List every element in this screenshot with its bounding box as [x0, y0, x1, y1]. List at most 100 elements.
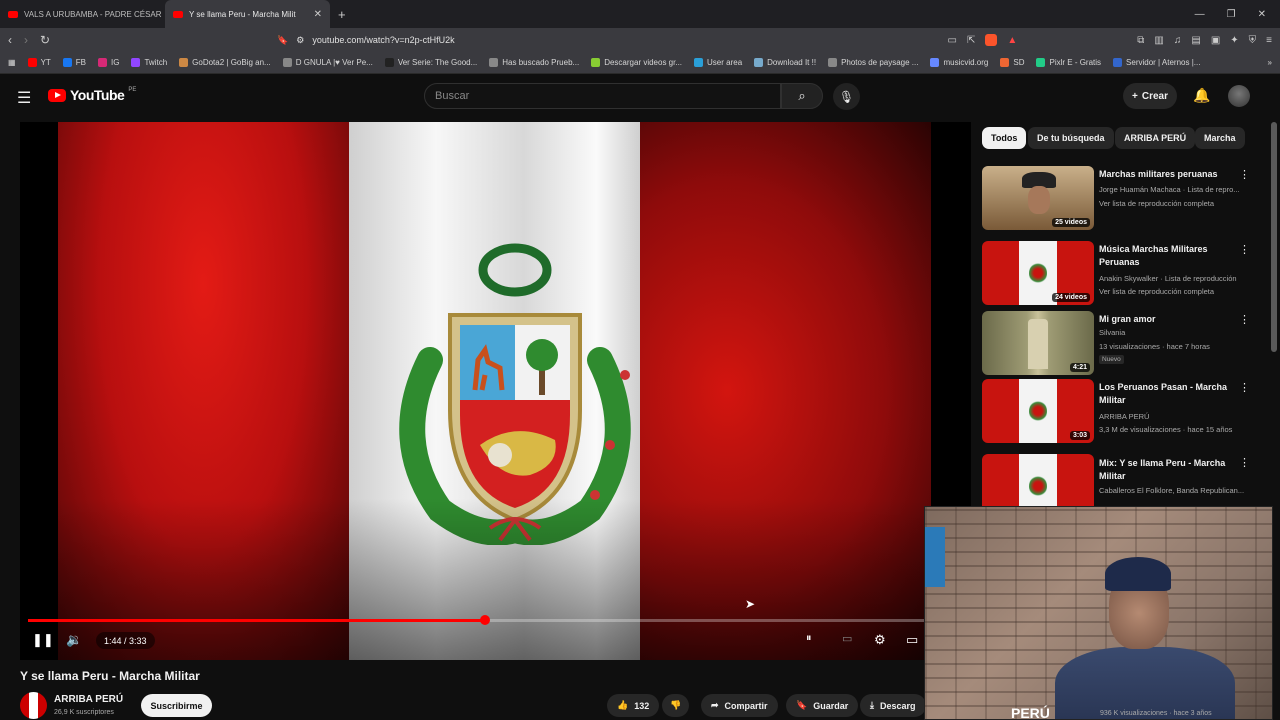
vpn-icon[interactable]: ⛨ — [1249, 35, 1257, 46]
menu-icon[interactable]: ≡ — [1266, 35, 1272, 46]
bookmark-item[interactable]: Pixlr E - Gratis — [1036, 58, 1101, 67]
more-options-icon[interactable]: ⋮ — [1239, 381, 1250, 394]
recommendation-title[interactable]: Marchas militares peruanas — [1099, 168, 1239, 181]
settings-gear-icon[interactable]: ⚙ — [874, 632, 886, 648]
more-options-icon[interactable]: ⋮ — [1239, 456, 1250, 469]
forward-icon[interactable]: › — [24, 33, 28, 47]
minimize-icon[interactable]: — — [1195, 9, 1205, 20]
musicvid-icon — [930, 58, 940, 67]
bookmark-item[interactable]: IG — [98, 58, 119, 67]
search-button[interactable]: ⌕ — [781, 83, 823, 109]
recommendation-meta[interactable]: Ver lista de reproducción completa — [1099, 199, 1269, 208]
channel-name[interactable]: ARRIBA PERÚ — [54, 694, 123, 705]
media-icon[interactable]: ♫ — [1174, 35, 1182, 46]
extensions-icon[interactable]: ⧉ — [1137, 35, 1144, 46]
reload-icon[interactable]: ↻ — [40, 33, 50, 47]
more-options-icon[interactable]: ⋮ — [1239, 313, 1250, 326]
account-avatar[interactable] — [1228, 85, 1250, 107]
recommendation-title[interactable]: Mi gran amor — [1099, 313, 1239, 326]
bookmark-icon[interactable]: 🔖 — [277, 35, 288, 46]
leo-icon[interactable]: ✦ — [1230, 35, 1238, 46]
recommendation-title[interactable]: Los Peruanos Pasan - Marcha Militar — [1099, 381, 1239, 407]
voice-search-button[interactable]: 🎙 — [833, 83, 860, 110]
recommendation-channel: ARRIBA PERÚ — [1099, 412, 1150, 421]
subtitles-icon[interactable]: ▭ — [842, 632, 852, 645]
pause-icon[interactable]: ❚❚ — [32, 632, 54, 648]
chip-arriba-peru[interactable]: ARRIBA PERÚ — [1115, 127, 1196, 149]
bookmark-item[interactable]: musicvid.org — [930, 58, 988, 67]
create-button[interactable]: + Crear — [1123, 83, 1177, 109]
notifications-bell-icon[interactable]: 🔔 — [1193, 87, 1210, 104]
bookmark-item[interactable]: Has buscado Prueb... — [489, 58, 579, 67]
new-tab-button[interactable]: + — [338, 7, 346, 22]
like-button[interactable]: 👍 132 — [607, 694, 660, 717]
share-button[interactable]: ➦ Compartir — [701, 694, 778, 717]
recommendation-item[interactable]: 4:21 Mi gran amor Silvania 13 visualizac… — [982, 311, 1272, 377]
recommendation-item[interactable]: 24 videos Música Marchas Militares Perua… — [982, 241, 1272, 307]
search-input[interactable]: Buscar — [424, 83, 781, 109]
recommendation-meta[interactable]: Ver lista de reproducción completa — [1099, 287, 1269, 296]
bookmark-item[interactable]: Photos de paysage ... — [828, 58, 918, 67]
progress-bar[interactable] — [28, 615, 963, 625]
p-icon — [384, 58, 394, 67]
bookmark-item[interactable]: Download It !! — [754, 58, 816, 67]
video-player[interactable]: ❚❚ 🔉 1:44 / 3:33 ⏸ ▭ ⚙ ▭ ➤ — [20, 122, 971, 660]
bookmark-item[interactable]: D GNULA |♥ Ver Pe... — [282, 58, 373, 67]
subscriber-count: 26,9 K suscriptores — [54, 709, 114, 716]
guide-menu-icon[interactable]: ☰ — [17, 88, 31, 108]
brave-shield-icon[interactable] — [985, 34, 998, 46]
more-options-icon[interactable]: ⋮ — [1239, 168, 1250, 181]
video-thumbnail[interactable] — [982, 454, 1094, 506]
panel-icon[interactable]: ▤ — [1191, 35, 1200, 46]
close-window-icon[interactable]: ✕ — [1258, 9, 1266, 20]
bookmark-item[interactable]: Twitch — [131, 58, 167, 67]
subscribe-button[interactable]: Suscribirme — [141, 694, 212, 717]
bookmark-item[interactable]: Servidor | Aternos |... — [1113, 58, 1200, 67]
apps-icon[interactable]: ▦ — [8, 58, 16, 67]
more-options-icon[interactable]: ⋮ — [1239, 243, 1250, 256]
site-info-icon[interactable]: ⚙ — [296, 35, 304, 46]
recommendation-item[interactable]: 3:03 Los Peruanos Pasan - Marcha Militar… — [982, 379, 1272, 445]
save-button[interactable]: 🔖 Guardar — [786, 694, 859, 717]
recommendation-item[interactable]: 25 videos Marchas militares peruanas Jor… — [982, 166, 1272, 232]
sidebar-scrollbar[interactable] — [1271, 122, 1277, 352]
maximize-icon[interactable]: ❐ — [1227, 9, 1236, 20]
bookmark-item[interactable]: GoDota2 | GoBig an... — [179, 58, 271, 67]
video-thumbnail[interactable]: 24 videos — [982, 241, 1094, 305]
youtube-logo[interactable]: YouTube PE — [48, 87, 136, 103]
bookmark-item[interactable]: YT — [27, 58, 51, 67]
url-field[interactable]: youtube.com/watch?v=n2p-ctHfU2k — [312, 35, 454, 45]
video-thumbnail[interactable]: 4:21 — [982, 311, 1094, 375]
autoplay-toggle-icon[interactable]: ⏸ — [806, 632, 812, 645]
close-tab-icon[interactable]: ✕ — [314, 9, 322, 20]
download-button[interactable]: ⤓ Descarg — [860, 694, 926, 717]
screen-icon[interactable]: ▭ — [948, 35, 957, 46]
recommendation-item[interactable]: Mix: Y se llama Peru - Marcha Militar Ca… — [982, 454, 1272, 506]
progress-scrubber[interactable] — [479, 615, 490, 625]
browser-tab-active[interactable]: Y se llama Peru - Marcha Milit ✕ — [165, 0, 330, 28]
dislike-button[interactable]: 👎 — [662, 694, 690, 717]
chip-todos[interactable]: Todos — [982, 127, 1027, 149]
video-thumbnail[interactable]: 3:03 — [982, 379, 1094, 443]
video-thumbnail[interactable]: 25 videos — [982, 166, 1094, 230]
bookmark-item[interactable]: Descargar videos gr... — [591, 58, 682, 67]
sidebar-icon[interactable]: ▥ — [1154, 35, 1163, 46]
bookmark-item[interactable]: User area — [694, 58, 742, 67]
browser-tab[interactable]: VALS A URUBAMBA - PADRE CÉSAR — [0, 0, 165, 28]
more-bookmarks-icon[interactable]: » — [1268, 58, 1272, 67]
back-icon[interactable]: ‹ — [8, 33, 12, 47]
theater-mode-icon[interactable]: ▭ — [906, 632, 918, 648]
bookmark-item[interactable]: Ver Serie: The Good... — [384, 58, 477, 67]
recommendation-title[interactable]: Música Marchas Militares Peruanas — [1099, 243, 1239, 269]
bookmark-item[interactable]: SD — [1000, 58, 1024, 67]
bookmark-item[interactable]: FB — [62, 58, 86, 67]
volume-icon[interactable]: 🔉 — [66, 632, 82, 648]
recommendation-title[interactable]: Mix: Y se llama Peru - Marcha Militar — [1099, 457, 1239, 483]
share-icon[interactable]: ⇱ — [967, 35, 975, 46]
chip-de-tu-busqueda[interactable]: De tu búsqueda — [1028, 127, 1114, 149]
rewards-icon[interactable]: ▲ — [1007, 35, 1017, 46]
chip-marcha[interactable]: Marcha — [1195, 127, 1245, 149]
wallet-icon[interactable]: ▣ — [1211, 35, 1220, 46]
download-site-icon — [591, 58, 601, 67]
channel-avatar[interactable] — [20, 692, 47, 719]
